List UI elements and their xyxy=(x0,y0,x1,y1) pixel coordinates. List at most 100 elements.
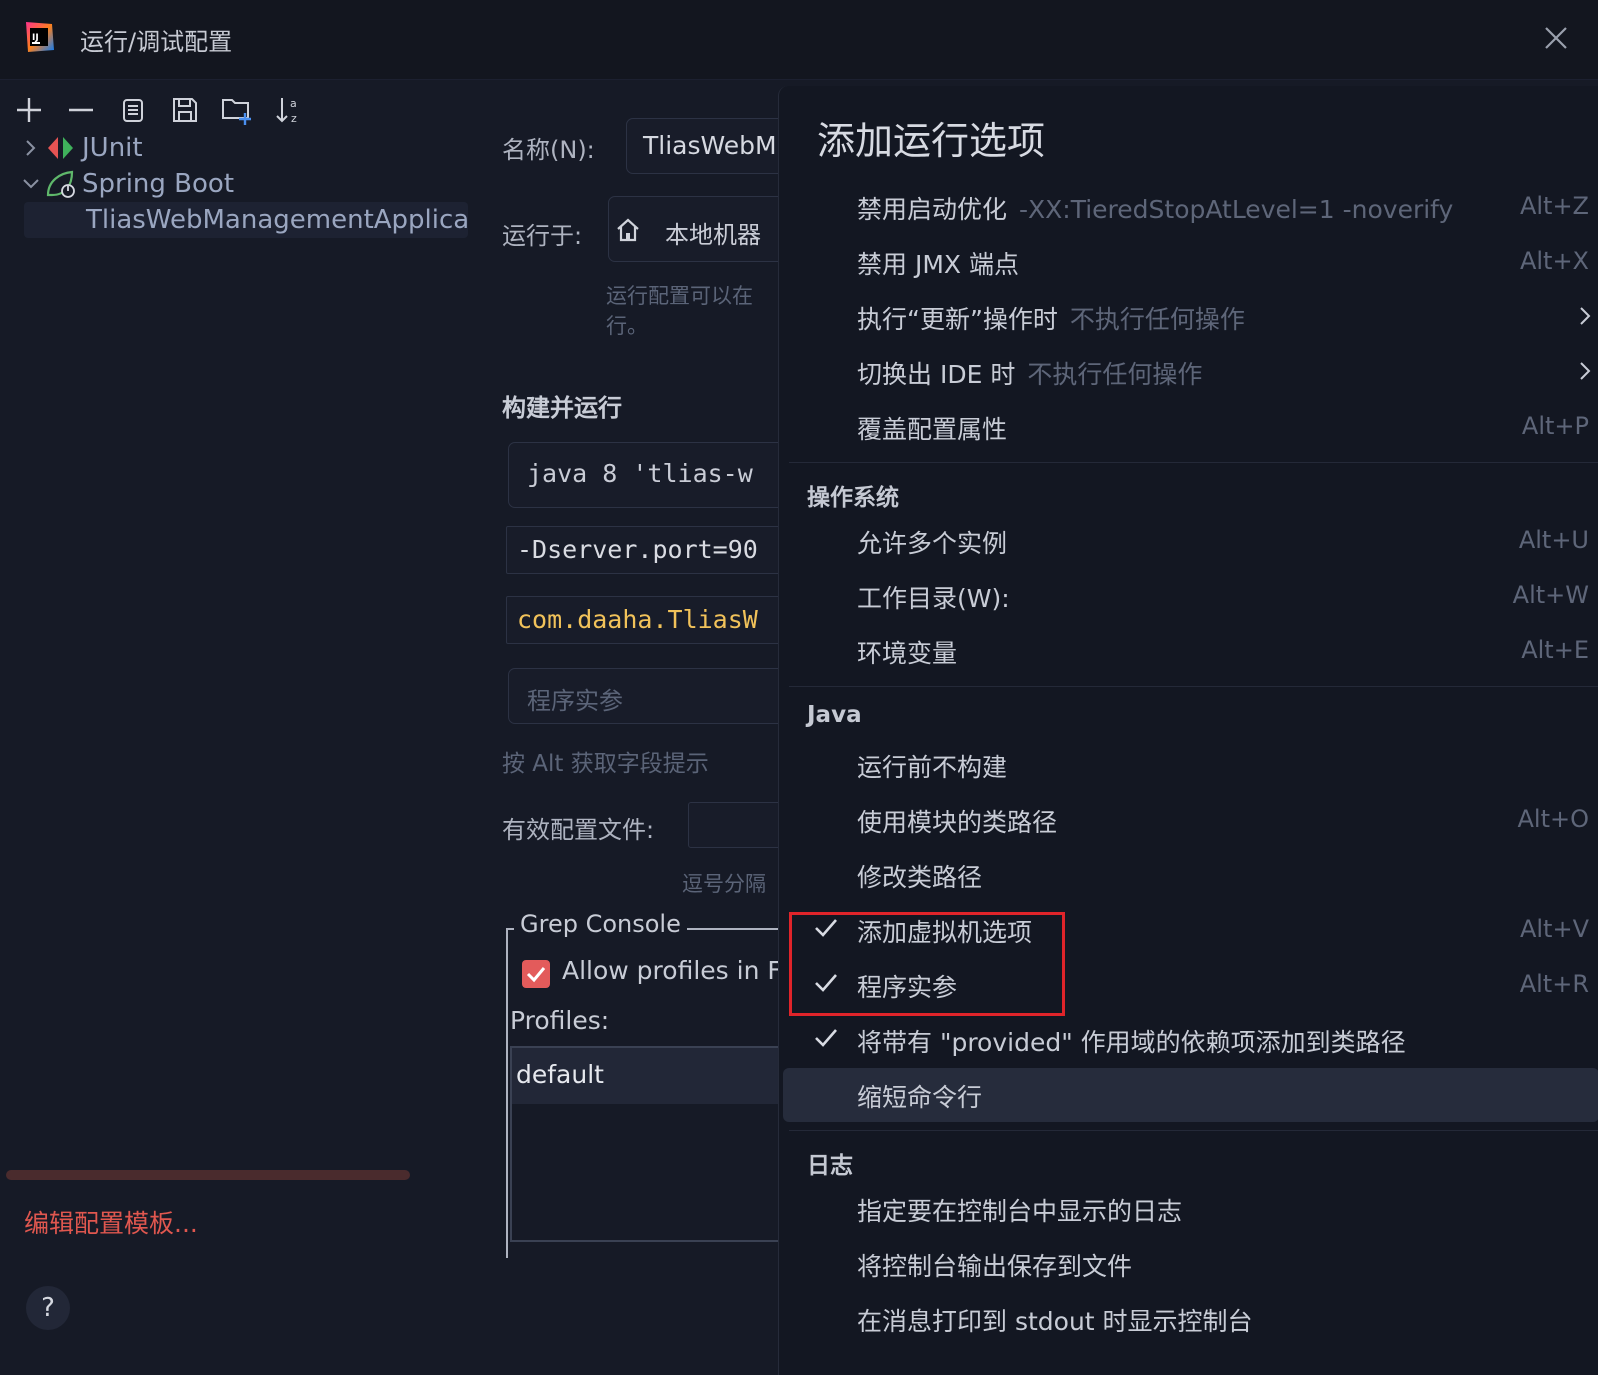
chevron-right-icon xyxy=(1580,362,1591,380)
option-env-variables[interactable]: 环境变量 Alt+E xyxy=(779,624,1598,678)
option-label: 禁用 JMX 端点 xyxy=(857,250,1019,279)
tree-item-label: TliasWebManagementApplica xyxy=(86,205,468,235)
profile-item-default[interactable]: default xyxy=(512,1048,780,1104)
config-toolbar: az xyxy=(10,90,308,130)
option-label: 将控制台输出保存到文件 xyxy=(857,1252,1133,1281)
remove-button[interactable] xyxy=(62,91,100,129)
shortcut: Alt+O xyxy=(1517,805,1590,833)
option-allow-multiple-instances[interactable]: 允许多个实例 Alt+U xyxy=(779,514,1598,568)
option-label: 在消息打印到 stdout 时显示控制台 xyxy=(857,1307,1253,1336)
active-profiles-label: 有效配置文件: xyxy=(502,816,655,844)
allow-profiles-label: Allow profiles in F xyxy=(562,956,780,985)
junit-icon xyxy=(48,137,73,159)
jdk-select[interactable]: java 8 'tlias-w xyxy=(508,442,780,508)
allow-profiles-checkbox[interactable] xyxy=(522,960,550,988)
copy-button[interactable] xyxy=(114,91,152,129)
option-sub: -XX:TieredStopAtLevel=1 -noverify xyxy=(1019,195,1454,224)
add-icon xyxy=(17,98,41,122)
section-os: 操作系统 xyxy=(807,485,899,511)
option-show-console-stdout[interactable]: 在消息打印到 stdout 时显示控制台 xyxy=(779,1292,1598,1346)
close-icon[interactable] xyxy=(1542,24,1570,52)
option-label: 缩短命令行 xyxy=(857,1083,983,1112)
option-label: 修改类路径 xyxy=(857,863,983,892)
alt-hint: 按 Alt 获取字段提示 xyxy=(502,751,709,777)
add-button[interactable] xyxy=(10,91,48,129)
save-button[interactable] xyxy=(166,91,204,129)
shortcut: Alt+P xyxy=(1521,412,1589,440)
option-sub: 不执行任何操作 xyxy=(1069,305,1245,334)
run-on-hint: 运行配置可以在 xyxy=(606,284,753,308)
option-working-directory[interactable]: 工作目录(W): Alt+W xyxy=(779,569,1598,623)
vm-options-field[interactable]: -Dserver.port=90 xyxy=(506,526,780,574)
tree-item-spring-boot[interactable]: Spring Boot xyxy=(18,166,478,202)
config-tree-pane: az JUnit Spring Boot TliasWebManagementA… xyxy=(0,80,480,1375)
name-label: 名称(N): xyxy=(502,136,595,164)
copy-icon xyxy=(123,99,143,122)
option-use-module-classpath[interactable]: 使用模块的类路径 Alt+O xyxy=(779,793,1598,847)
profiles-list[interactable]: default xyxy=(510,1046,780,1242)
shortcut: Alt+V xyxy=(1519,915,1589,943)
program-args-field[interactable]: 程序实参 xyxy=(508,668,780,724)
svg-text:z: z xyxy=(291,112,297,125)
option-label: 环境变量 xyxy=(857,639,958,668)
svg-text:a: a xyxy=(290,97,297,110)
grep-console-title: Grep Console xyxy=(514,910,687,938)
option-save-console-output[interactable]: 将控制台输出保存到文件 xyxy=(779,1237,1598,1291)
option-include-provided-scope[interactable]: 将带有 "provided" 作用域的依赖项添加到类路径 xyxy=(779,1013,1598,1067)
option-label: 执行“更新”操作时 xyxy=(857,305,1058,334)
chevron-right-icon[interactable] xyxy=(18,135,44,161)
config-tree: JUnit Spring Boot TliasWebManagementAppl… xyxy=(18,130,478,238)
option-label: 将带有 "provided" 作用域的依赖项添加到类路径 xyxy=(857,1028,1406,1057)
option-override-properties[interactable]: 覆盖配置属性 Alt+P xyxy=(779,400,1598,454)
sort-button[interactable]: az xyxy=(270,91,308,129)
help-button[interactable]: ? xyxy=(26,1286,70,1330)
shortcut: Alt+W xyxy=(1512,581,1589,609)
option-shorten-command-line[interactable]: 缩短命令行 xyxy=(783,1068,1598,1122)
add-run-options-popup: 添加运行选项 禁用启动优化 -XX:TieredStopAtLevel=1 -no… xyxy=(778,86,1598,1375)
main-class-field[interactable]: com.daaha.TliasW xyxy=(506,596,780,644)
option-sub: 不执行任何操作 xyxy=(1027,360,1203,389)
save-icon xyxy=(173,98,197,122)
spring-boot-icon xyxy=(46,170,75,198)
edit-templates-link[interactable]: 编辑配置模板... xyxy=(24,1204,198,1240)
run-on-dropdown[interactable]: 本地机器 xyxy=(608,196,780,262)
new-folder-icon xyxy=(222,99,251,125)
run-on-label: 运行于: xyxy=(502,222,583,250)
option-label: 切换出 IDE 时 xyxy=(857,360,1016,389)
build-run-heading: 构建并运行 xyxy=(502,394,622,422)
checkmark-icon xyxy=(815,1029,837,1047)
tree-item-tlias-config[interactable]: TliasWebManagementApplica xyxy=(24,202,468,238)
shortcut: Alt+Z xyxy=(1519,192,1589,220)
option-label: 允许多个实例 xyxy=(857,529,1008,558)
home-icon xyxy=(617,218,639,242)
intellij-logo-icon: IJ xyxy=(26,22,54,52)
comma-hint: 逗号分隔 xyxy=(682,872,766,896)
separator xyxy=(789,1130,1598,1131)
run-on-hint-cont: 行。 xyxy=(606,314,648,338)
window-title: 运行/调试配置 xyxy=(80,28,233,56)
checkmark-icon xyxy=(526,967,546,983)
option-specify-logs[interactable]: 指定要在控制台中显示的日志 xyxy=(779,1182,1598,1236)
option-do-not-build[interactable]: 运行前不构建 xyxy=(779,738,1598,792)
new-folder-button[interactable] xyxy=(218,91,256,129)
option-on-update-action[interactable]: 执行“更新”操作时 不执行任何操作 xyxy=(779,290,1598,344)
option-label: 运行前不构建 xyxy=(857,753,1008,782)
shortcut: Alt+X xyxy=(1519,247,1589,275)
svg-text:IJ: IJ xyxy=(32,33,39,43)
option-disable-jmx[interactable]: 禁用 JMX 端点 Alt+X xyxy=(779,235,1598,289)
chevron-down-icon[interactable] xyxy=(18,171,44,197)
option-label: 禁用启动优化 xyxy=(857,195,1008,224)
name-field[interactable]: TliasWebM xyxy=(626,118,780,174)
horizontal-scrollbar[interactable] xyxy=(6,1170,410,1180)
option-label: 使用模块的类路径 xyxy=(857,808,1058,837)
tree-item-junit[interactable]: JUnit xyxy=(18,130,478,166)
option-label: 指定要在控制台中显示的日志 xyxy=(857,1197,1183,1226)
option-disable-launch-optimization[interactable]: 禁用启动优化 -XX:TieredStopAtLevel=1 -noverify … xyxy=(779,180,1598,234)
section-java: Java xyxy=(807,702,862,728)
sort-icon: az xyxy=(276,97,297,125)
option-on-frame-deactivation[interactable]: 切换出 IDE 时不执行任何操作 xyxy=(779,345,1598,399)
active-profiles-field[interactable] xyxy=(688,802,780,848)
config-form: 名称(N): TliasWebM 运行于: 本地机器 运行配置可以在 行。 构建… xyxy=(480,80,780,1375)
option-modify-classpath[interactable]: 修改类路径 xyxy=(779,848,1598,902)
highlight-annotation-box xyxy=(789,912,1065,1016)
